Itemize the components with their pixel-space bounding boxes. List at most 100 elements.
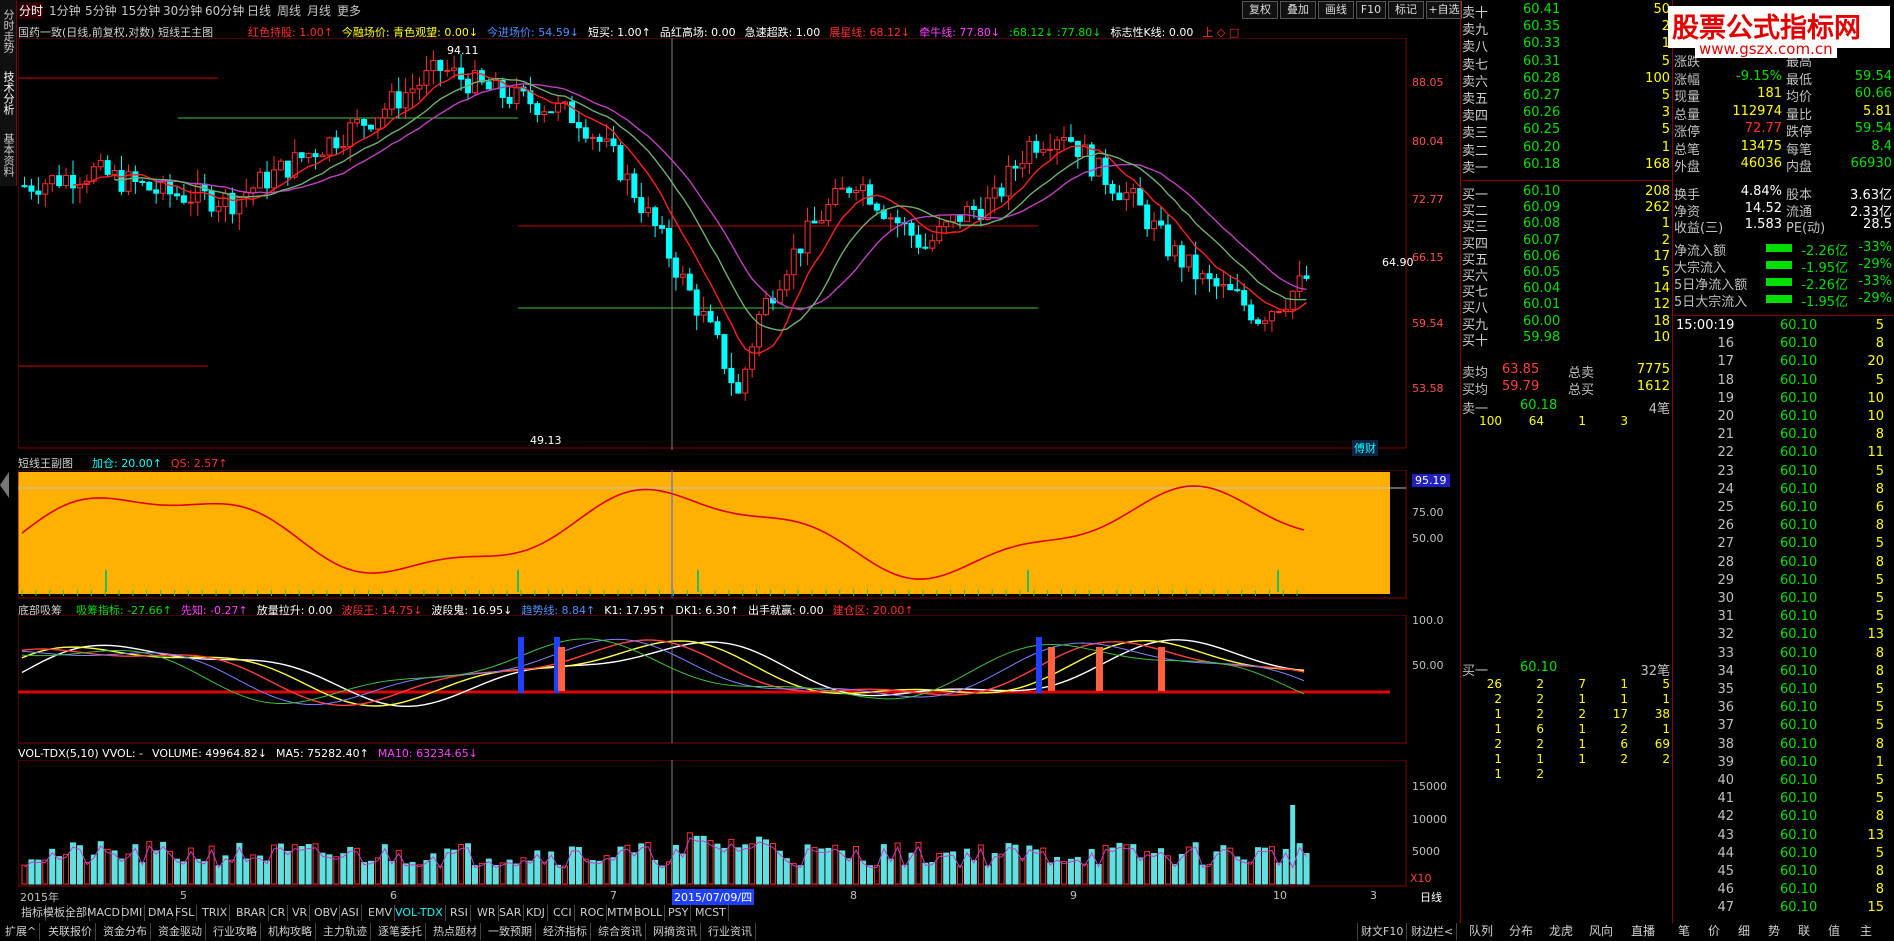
bottom-tab-4[interactable]: 行业攻略 xyxy=(210,923,261,940)
candle xyxy=(555,96,562,122)
indicator-tab-brar[interactable]: BRAR xyxy=(234,905,269,921)
indicator-tab-mcst[interactable]: MCST xyxy=(693,905,729,921)
candle xyxy=(915,225,922,255)
bottom-tab-3[interactable]: 资金驱动 xyxy=(155,923,206,940)
bottom-tab-12[interactable]: 网摘资讯 xyxy=(650,923,701,940)
sell-level-price: 60.25 xyxy=(1523,122,1561,138)
candle xyxy=(839,176,846,190)
sell-level-label: 卖二 xyxy=(1462,143,1489,159)
indicator-tab-emv[interactable]: EMV xyxy=(366,905,395,921)
period-tab-0[interactable]: 分时 xyxy=(19,2,44,19)
period-tab-3[interactable]: 15分钟 xyxy=(121,2,160,19)
candlestick-chart[interactable] xyxy=(18,38,1408,450)
side-tab-technical[interactable]: 技术分析 xyxy=(0,62,17,124)
indicator-tab-vol-tdx[interactable]: VOL-TDX xyxy=(393,905,446,921)
adjust-button[interactable]: 复权 xyxy=(1242,1,1278,19)
bottom-tab-0[interactable]: 扩展^ xyxy=(2,923,41,940)
sell-level-volume: 100 xyxy=(1645,70,1670,86)
indicator-tab-kdj[interactable]: KDJ xyxy=(524,905,548,921)
indicator-tab-psy[interactable]: PSY xyxy=(666,905,692,921)
bottom-tab-8[interactable]: 热点题材 xyxy=(430,923,481,940)
indicator-tab-rsi[interactable]: RSI xyxy=(448,905,471,921)
bottom-tab-5[interactable]: 机构攻略 xyxy=(265,923,316,940)
indicator-tab-obv[interactable]: OBV xyxy=(312,905,341,921)
volume-bar xyxy=(1241,859,1248,885)
right-tab-11[interactable]: 主 xyxy=(1852,923,1880,940)
stat-label: PE(动) xyxy=(1786,221,1826,236)
period-tab-5[interactable]: 60分钟 xyxy=(205,2,244,19)
indicator-tab-macd[interactable]: MACD xyxy=(85,905,123,921)
candle xyxy=(118,155,125,196)
overlay-button[interactable]: 叠加 xyxy=(1280,1,1316,19)
side-tab-fundamentals[interactable]: 基本资料 xyxy=(0,124,17,186)
right-tab-10[interactable]: 值 xyxy=(1820,923,1848,940)
volume-chart[interactable] xyxy=(18,760,1408,888)
tick-price: 60.10 xyxy=(1780,372,1818,388)
right-tab-8[interactable]: 势 xyxy=(1760,923,1788,940)
sidebar-toggle-tab[interactable]: 财边栏< xyxy=(1408,923,1458,940)
period-tab-7[interactable]: 周线 xyxy=(277,2,301,19)
f10-button[interactable]: F10 xyxy=(1356,1,1386,19)
candle xyxy=(361,118,368,140)
period-tab-1[interactable]: 1分钟 xyxy=(49,2,81,19)
period-tab-6[interactable]: 日线 xyxy=(247,2,271,19)
right-tab-6[interactable]: 价 xyxy=(1700,923,1728,940)
indicator-tab-cci[interactable]: CCI xyxy=(551,905,575,921)
candle xyxy=(1303,265,1310,281)
period-tab-9[interactable]: 更多 xyxy=(337,2,361,19)
add-favorite-button[interactable]: +自选 xyxy=(1426,1,1462,19)
period-tab-2[interactable]: 5分钟 xyxy=(85,2,117,19)
candle xyxy=(409,73,416,108)
volume-bar xyxy=(1033,849,1040,885)
indicator-tab-sar[interactable]: SAR xyxy=(497,905,525,921)
indicator-tab-fsl[interactable]: FSL xyxy=(173,905,198,921)
date-tick: 2015年 xyxy=(20,891,59,904)
indicator-tab-asi[interactable]: ASI xyxy=(339,905,362,921)
bottom-tab-13[interactable]: 行业资讯 xyxy=(705,923,756,940)
bottom-tab-6[interactable]: 主力轨迹 xyxy=(320,923,371,940)
bottom-tab-7[interactable]: 逐笔委托 xyxy=(375,923,426,940)
bottom-tab-10[interactable]: 经济指标 xyxy=(540,923,591,940)
right-tab-4[interactable]: 直播 xyxy=(1624,923,1662,940)
f10-info-tab[interactable]: 财文F10 xyxy=(1357,923,1408,940)
volume-bar xyxy=(42,859,49,885)
volume-bar xyxy=(118,858,125,885)
indicator-tab-trix[interactable]: TRIX xyxy=(200,905,231,921)
bottom-tab-1[interactable]: 关联报价 xyxy=(45,923,96,940)
collapse-arrow-icon[interactable] xyxy=(0,472,9,498)
right-tab-7[interactable]: 细 xyxy=(1730,923,1758,940)
indicator-tab-roc[interactable]: ROC xyxy=(578,905,607,921)
date-tick: 10 xyxy=(1273,889,1287,902)
indicator-tab-boll[interactable]: BOLL xyxy=(632,905,666,921)
volume-bar xyxy=(908,852,915,885)
indicator-tab-cr[interactable]: CR xyxy=(268,905,289,921)
period-tab-8[interactable]: 月线 xyxy=(307,2,331,19)
bottom-tab-9[interactable]: 一致预期 xyxy=(485,923,536,940)
bottom-tab-11[interactable]: 综合资讯 xyxy=(595,923,646,940)
accumulation-chart[interactable] xyxy=(18,615,1408,745)
buy-level-price: 60.08 xyxy=(1523,216,1561,232)
total-value: 7775 xyxy=(1636,362,1670,377)
tick-volume: 5 xyxy=(1875,791,1884,807)
right-tab-1[interactable]: 分布 xyxy=(1502,923,1540,940)
indicator-tab-wr[interactable]: WR xyxy=(475,905,499,921)
indicator-tab-dmi[interactable]: DMI xyxy=(119,905,146,921)
indicator-tab-vr[interactable]: VR xyxy=(290,905,311,921)
right-tab-3[interactable]: 风向 xyxy=(1582,923,1620,940)
oscillator-chart[interactable] xyxy=(18,470,1408,600)
candle xyxy=(1067,124,1074,143)
side-tab-intraday[interactable]: 分时走势 xyxy=(0,0,17,62)
period-tab-4[interactable]: 30分钟 xyxy=(163,2,202,19)
draw-line-button[interactable]: 画线 xyxy=(1318,1,1354,19)
candle xyxy=(1088,141,1095,181)
right-tab-5[interactable]: 笔 xyxy=(1670,923,1698,940)
volume-bar xyxy=(1248,861,1255,885)
volume-bar xyxy=(361,862,368,885)
right-tab-9[interactable]: 联 xyxy=(1790,923,1818,940)
right-tab-2[interactable]: 龙虎 xyxy=(1542,923,1580,940)
right-tab-0[interactable]: 队列 xyxy=(1462,923,1500,940)
bottom-tab-2[interactable]: 资金分布 xyxy=(100,923,151,940)
indicator-tab-dma[interactable]: DMA xyxy=(146,905,177,921)
mark-button[interactable]: 标记 xyxy=(1388,1,1424,19)
candle xyxy=(742,366,749,401)
